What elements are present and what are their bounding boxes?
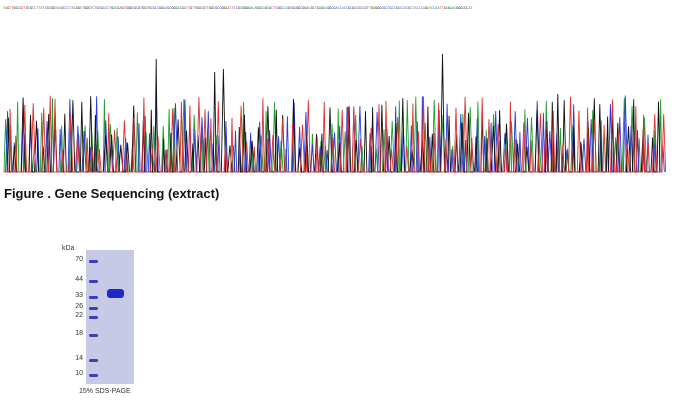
marker-label-33: 33: [75, 292, 83, 299]
ladder-band-18: [89, 334, 98, 337]
gel-image: [86, 250, 134, 384]
marker-label-22: 22: [75, 312, 83, 319]
sequence-strip: TAGTTGGCGTTGCGCCTTATCGCGGTACGCCCTACGGCTG…: [3, 6, 473, 10]
ladder-band-26: [89, 307, 98, 310]
figure-caption: Figure . Gene Sequencing (extract): [4, 186, 220, 201]
marker-label-26: 26: [75, 303, 83, 310]
gel-caption: 15% SDS-PAGE: [79, 388, 131, 395]
chromatogram-trace: [3, 53, 667, 173]
ladder-band-33: [89, 296, 98, 299]
ladder-band-22: [89, 316, 98, 319]
ladder-band-14: [89, 359, 98, 362]
marker-label-44: 44: [75, 276, 83, 283]
marker-label-18: 18: [75, 330, 83, 337]
ladder-band-44: [89, 280, 98, 283]
ladder-band-10: [89, 374, 98, 377]
marker-label-14: 14: [75, 355, 83, 362]
gel-unit-label: kDa: [62, 245, 75, 252]
marker-label-70: 70: [75, 256, 83, 263]
sample-band: [107, 289, 124, 298]
ladder-band-70: [89, 260, 98, 263]
marker-label-10: 10: [75, 370, 83, 377]
